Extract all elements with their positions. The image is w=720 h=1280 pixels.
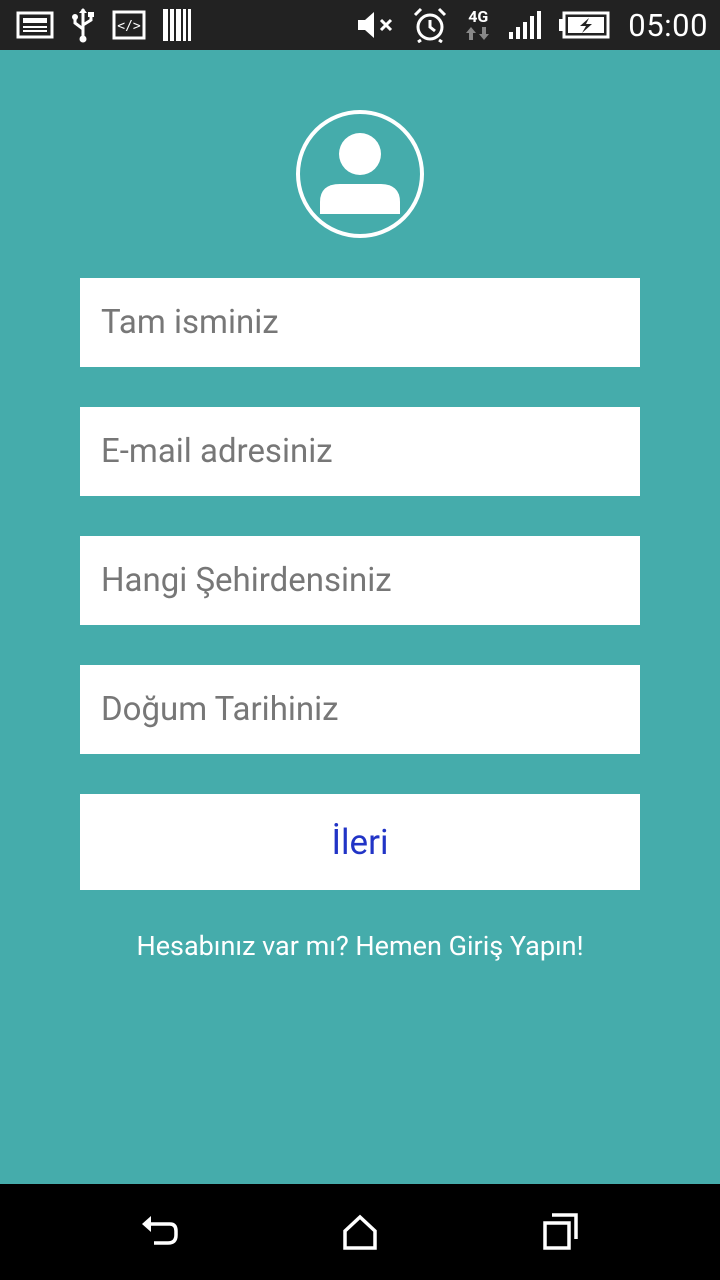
status-bar-left: </>	[16, 7, 192, 43]
status-bar-right: 4G 05:00	[356, 7, 708, 44]
barcode-icon	[162, 8, 192, 42]
recent-apps-icon	[543, 1213, 578, 1250]
avatar	[296, 110, 424, 238]
city-input[interactable]	[80, 536, 640, 625]
full-name-input[interactable]	[80, 278, 640, 367]
status-bar: </> 4G 05:00	[0, 0, 720, 50]
signal-icon	[508, 10, 542, 40]
status-time: 05:00	[628, 6, 708, 44]
next-button[interactable]: İleri	[80, 794, 640, 890]
recent-apps-button[interactable]	[540, 1212, 580, 1252]
alarm-icon	[412, 7, 448, 43]
code-icon: </>	[112, 10, 146, 40]
home-icon	[343, 1214, 377, 1250]
usb-icon	[70, 7, 96, 43]
mute-icon	[356, 10, 396, 40]
network-type: 4G	[468, 7, 489, 26]
svg-text:</>: </>	[117, 19, 141, 34]
screenshot-icon	[16, 11, 54, 39]
login-link[interactable]: Hesabınız var mı? Hemen Giriş Yapın!	[0, 930, 720, 962]
home-button[interactable]	[340, 1212, 380, 1252]
data-arrows-icon: 4G	[464, 9, 492, 41]
back-icon	[142, 1216, 178, 1245]
navigation-bar	[0, 1184, 720, 1280]
email-input[interactable]	[80, 407, 640, 496]
battery-charging-icon	[558, 11, 610, 39]
signup-screen: İleri Hesabınız var mı? Hemen Giriş Yapı…	[0, 50, 720, 1184]
user-avatar-icon	[320, 133, 400, 214]
back-button[interactable]	[140, 1212, 180, 1252]
birth-date-input[interactable]	[80, 665, 640, 754]
